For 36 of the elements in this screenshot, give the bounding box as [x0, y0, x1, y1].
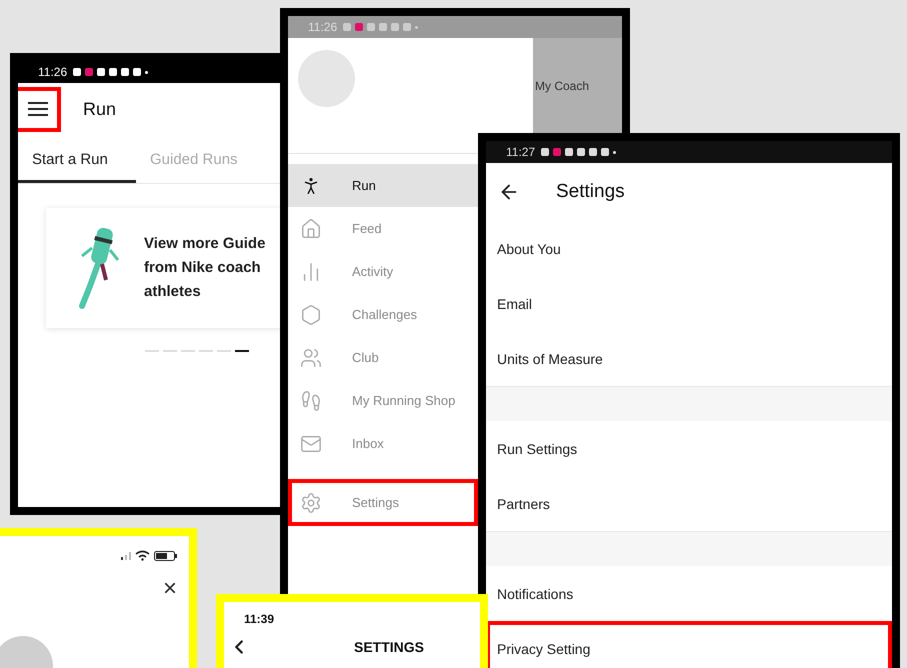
page-indicator[interactable]: [199, 350, 213, 352]
screen-title: SETTINGS: [354, 639, 424, 655]
preference-row[interactable]: Partners: [486, 476, 892, 531]
page-indicator[interactable]: [217, 350, 231, 352]
battery-icon: [154, 550, 177, 560]
page-indicator[interactable]: [163, 350, 177, 352]
preference-row[interactable]: Run Settings: [486, 421, 892, 476]
page-indicator[interactable]: [235, 350, 249, 352]
home-icon: [300, 218, 322, 240]
drawer-item[interactable]: Run: [288, 164, 478, 207]
status-time: 11:27: [506, 145, 536, 159]
status-time: 11:39: [244, 612, 276, 626]
preference-row[interactable]: Notifications: [486, 566, 892, 621]
dot-icon: [145, 70, 148, 74]
preference-row[interactable]: Email: [486, 276, 892, 331]
screen-title: Settings: [556, 181, 625, 203]
status-time: 11:26: [308, 20, 338, 34]
dot-icon: [613, 150, 616, 154]
wifi-icon: [135, 550, 150, 561]
preference-row[interactable]: Units of Measure: [486, 331, 892, 386]
menu-button[interactable]: [18, 86, 61, 132]
people-icon: [300, 346, 322, 368]
page-indicator[interactable]: [145, 350, 159, 352]
dot-icon: [415, 26, 418, 28]
close-button[interactable]: ×: [162, 578, 177, 600]
settings-icon: [300, 492, 322, 514]
card-text: View more Guide from Nike coach athletes: [144, 234, 266, 302]
hexagon-icon: [300, 304, 322, 326]
tab[interactable]: Start a Run: [18, 141, 136, 183]
signal-icon: [121, 551, 131, 560]
page-indicator[interactable]: [181, 350, 195, 352]
status-time: 11:26: [38, 65, 68, 79]
screen-title: Run: [83, 98, 116, 120]
preference-row[interactable]: About You: [486, 221, 892, 276]
coach-label: My Coach: [535, 78, 590, 92]
menu-icon: [28, 102, 48, 116]
